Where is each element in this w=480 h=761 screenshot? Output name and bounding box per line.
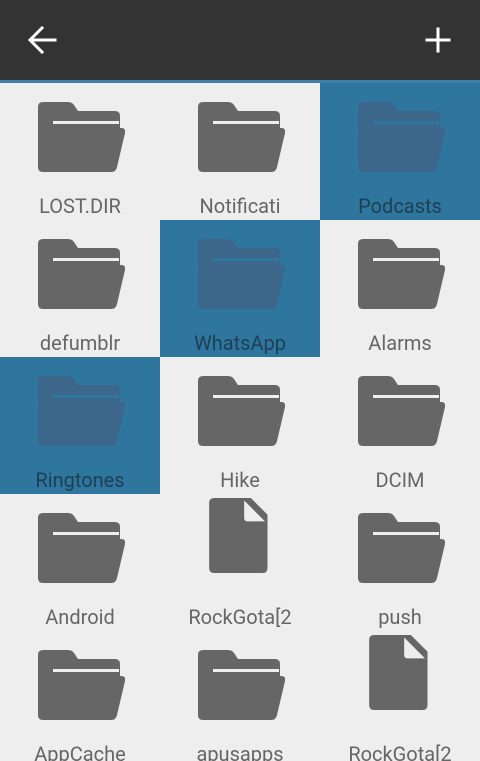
folder-icon — [198, 239, 285, 309]
add-button[interactable] — [414, 16, 462, 64]
folder-item[interactable]: WhatsApp — [160, 220, 320, 357]
folder-icon — [358, 376, 445, 446]
item-label: apusapps — [196, 742, 284, 761]
file-item[interactable]: RockGota[2 — [320, 631, 480, 761]
file-icon — [369, 635, 428, 710]
file-browser-app: LOST.DIR Notificati Podcasts defumblr Wh… — [0, 0, 480, 761]
folder-icon — [38, 513, 125, 583]
app-toolbar — [0, 0, 480, 80]
item-label: RockGota[2 — [348, 742, 452, 761]
folder-icon — [38, 650, 125, 720]
item-label: Hike — [220, 468, 260, 492]
plus-icon — [425, 27, 451, 53]
folder-icon — [198, 102, 285, 172]
folder-icon — [358, 239, 445, 309]
folder-icon — [38, 239, 125, 309]
item-label: WhatsApp — [193, 331, 286, 355]
folder-icon — [358, 102, 445, 172]
item-label: Alarms — [368, 331, 432, 355]
item-label: Android — [45, 605, 115, 629]
folder-item[interactable]: DCIM — [320, 357, 480, 494]
toolbar-accent-line — [0, 80, 480, 83]
item-label: Notificati — [199, 194, 281, 218]
folder-item[interactable]: Podcasts — [320, 83, 480, 220]
file-icon — [209, 498, 268, 573]
folder-icon — [198, 650, 285, 720]
arrow-left-icon — [27, 25, 57, 55]
item-label: DCIM — [375, 468, 425, 492]
folder-item[interactable]: push — [320, 494, 480, 631]
folder-item[interactable]: Notificati — [160, 83, 320, 220]
file-item[interactable]: RockGota[2 — [160, 494, 320, 631]
folder-item[interactable]: LOST.DIR — [0, 83, 160, 220]
folder-item[interactable]: AppCache — [0, 631, 160, 761]
item-label: Ringtones — [35, 468, 125, 492]
back-button[interactable] — [18, 16, 66, 64]
folder-item[interactable]: Ringtones — [0, 357, 160, 494]
folder-icon — [38, 102, 125, 172]
folder-item[interactable]: Android — [0, 494, 160, 631]
item-label: Podcasts — [358, 194, 442, 218]
item-label: AppCache — [34, 742, 126, 761]
folder-icon — [358, 513, 445, 583]
folder-item[interactable]: apusapps — [160, 631, 320, 761]
folder-item[interactable]: Alarms — [320, 220, 480, 357]
folder-item[interactable]: Hike — [160, 357, 320, 494]
item-label: defumblr — [39, 331, 121, 355]
item-label: LOST.DIR — [39, 194, 121, 218]
folder-icon — [38, 376, 125, 446]
folder-icon — [198, 376, 285, 446]
item-label: RockGota[2 — [188, 605, 292, 629]
item-label: push — [378, 605, 422, 629]
file-grid: LOST.DIR Notificati Podcasts defumblr Wh… — [0, 83, 480, 761]
folder-item[interactable]: defumblr — [0, 220, 160, 357]
